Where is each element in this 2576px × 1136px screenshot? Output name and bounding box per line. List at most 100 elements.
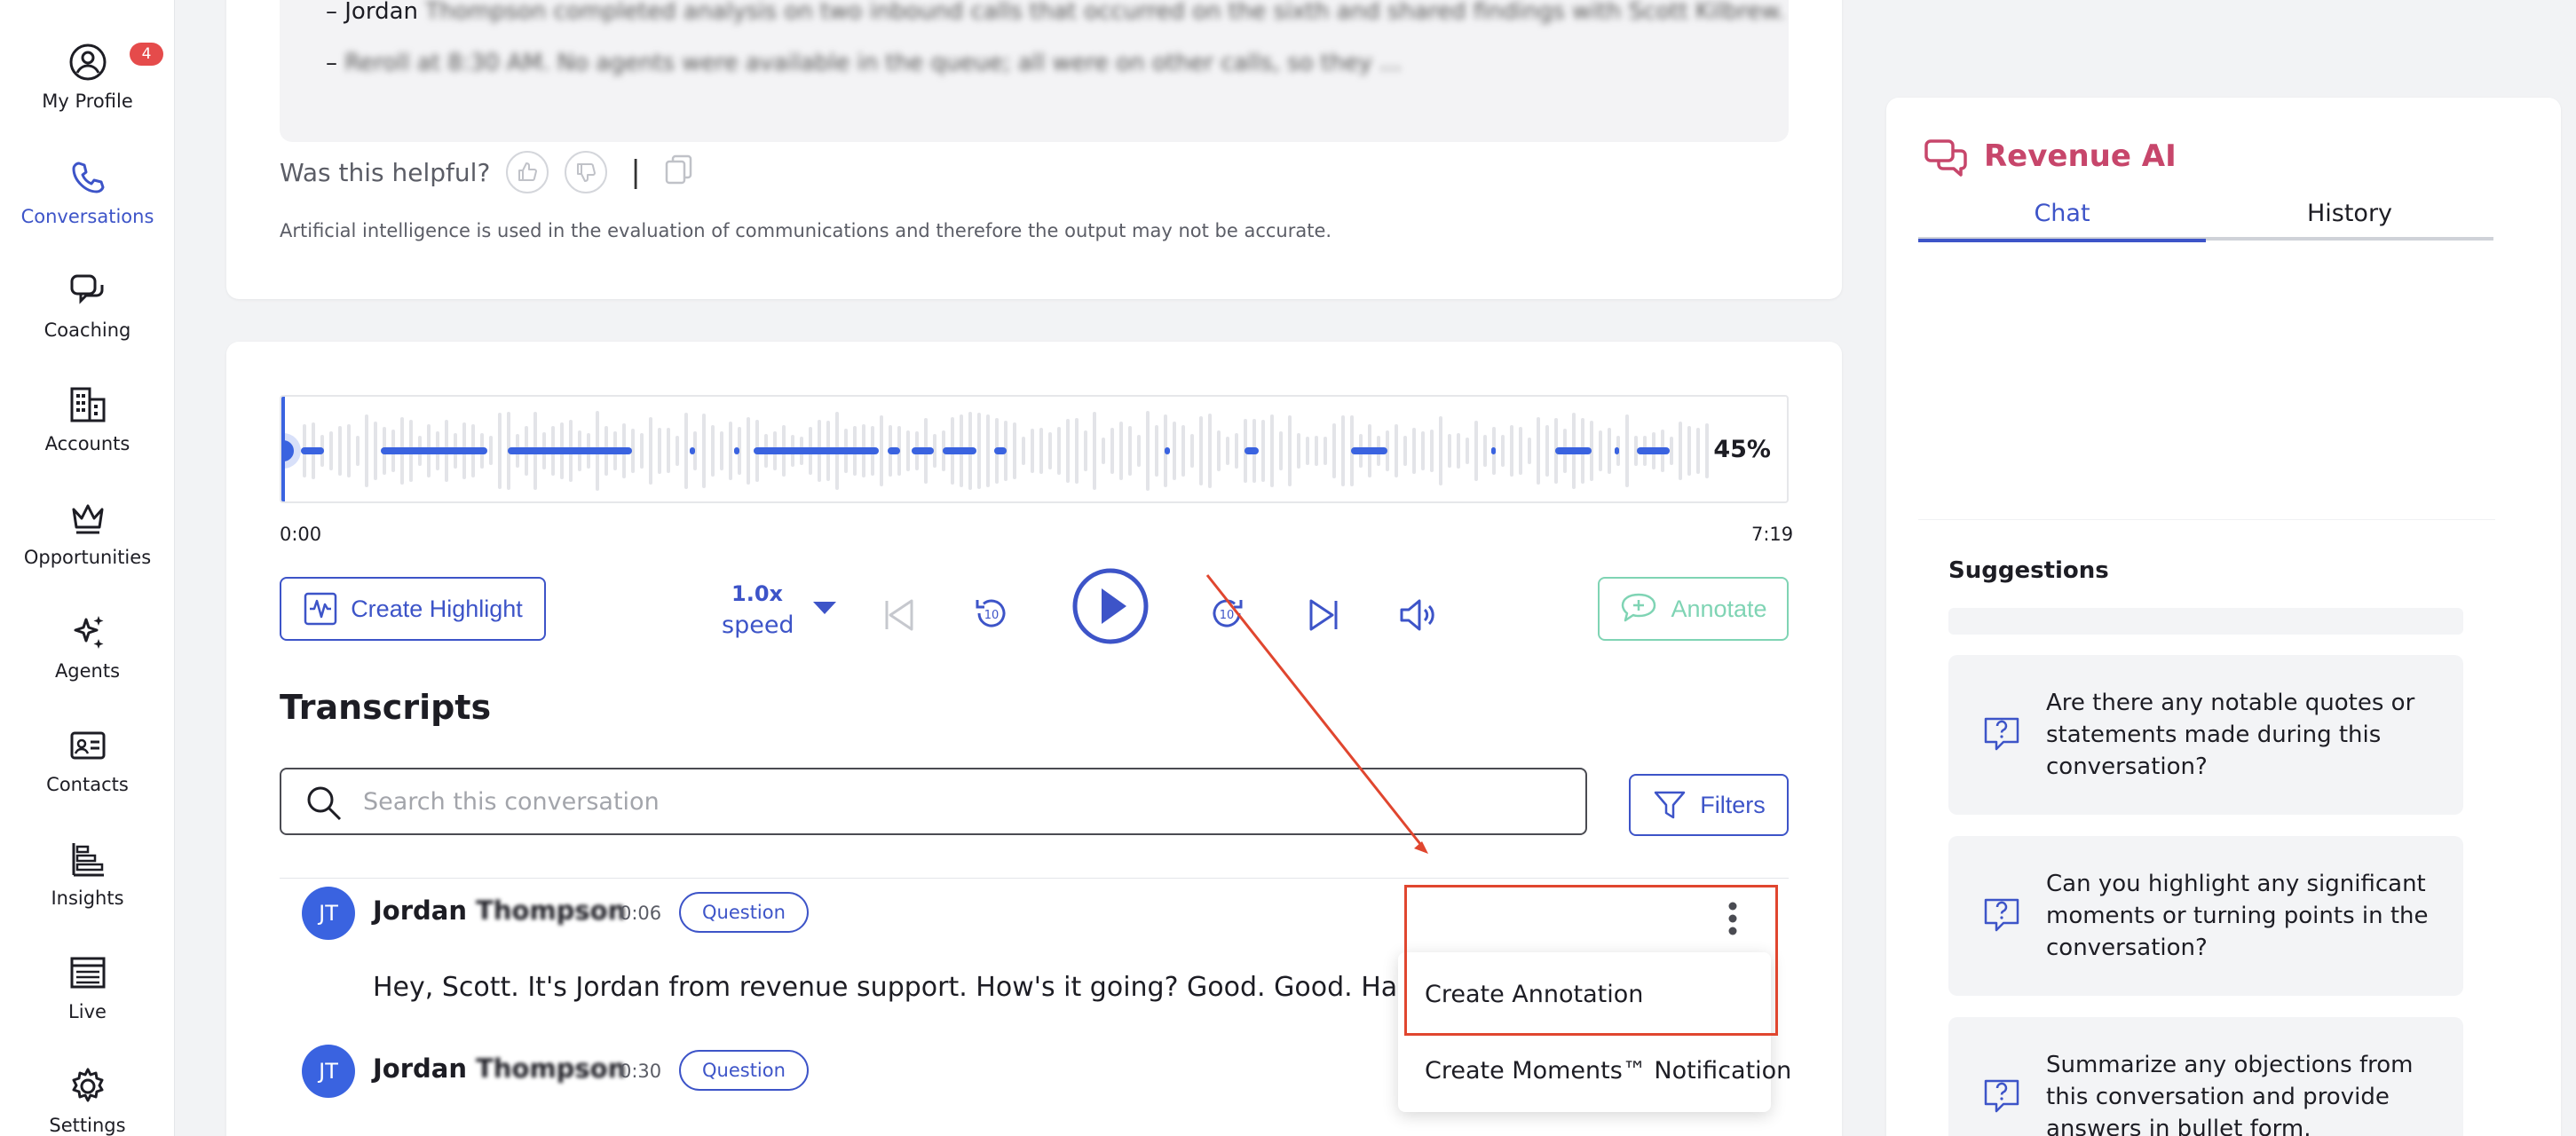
speed-selector[interactable]: 1.0x speed	[722, 581, 794, 639]
volume-icon[interactable]	[1398, 597, 1439, 633]
waveform-bar	[729, 421, 732, 481]
progress-percent: 45%	[1713, 436, 1771, 463]
waveform-bar	[1226, 437, 1229, 465]
waveform-highlight-segment[interactable]	[943, 447, 976, 454]
sidebar-item-contacts[interactable]: Contacts	[0, 726, 175, 795]
summary-bullet: – Jordan Thompson completed analysis on …	[326, 0, 1785, 25]
waveform-bar	[1110, 428, 1114, 474]
annotate-button[interactable]: Annotate	[1598, 577, 1789, 641]
waveform-highlight-segment[interactable]	[381, 447, 487, 454]
question-tag[interactable]: Question	[679, 1050, 809, 1091]
waveform-highlight-segment[interactable]	[1165, 447, 1170, 454]
waveform-highlight-segment[interactable]	[1491, 447, 1496, 454]
waveform-bar	[1545, 425, 1549, 477]
skip-to-start-icon[interactable]	[883, 597, 915, 633]
thumbs-down-button[interactable]	[565, 151, 608, 193]
sidebar-item-conversations[interactable]: Conversations	[0, 158, 175, 227]
waveform-bar	[1155, 425, 1158, 477]
rewind-10-button[interactable]: 10	[972, 594, 1011, 636]
waveform-bar	[1199, 416, 1203, 485]
sidebar-item-label: Settings	[49, 1115, 126, 1136]
sparkles-icon	[74, 616, 103, 649]
waveform-highlight-segment[interactable]	[912, 447, 934, 454]
waveform-bar	[1696, 427, 1700, 475]
tab-chat[interactable]: Chat	[1918, 200, 2206, 227]
waveform-bar	[1297, 432, 1300, 469]
avatar: JT	[302, 1045, 355, 1098]
sidebar-item-settings[interactable]: Settings	[0, 1067, 175, 1136]
caret-down-icon[interactable]	[813, 602, 836, 614]
waveform-bar	[365, 414, 368, 488]
search-input[interactable]	[363, 784, 1517, 819]
separator: |	[630, 154, 641, 190]
panel-tabs: Chat History	[1918, 200, 2493, 242]
waveform-highlight-segment[interactable]	[1351, 447, 1387, 454]
waveform-highlight-segment[interactable]	[754, 447, 879, 454]
gear-icon	[72, 1068, 103, 1102]
filters-button[interactable]: Filters	[1629, 774, 1789, 836]
sidebar-item-label: Opportunities	[23, 547, 152, 568]
divider	[1918, 519, 2495, 520]
waveform-bar	[1306, 436, 1309, 466]
waveform-bar	[347, 423, 351, 478]
waveform-bar	[747, 417, 750, 485]
waveform-bar	[1119, 422, 1123, 480]
sidebar-item-live[interactable]: Live	[0, 953, 175, 1022]
skip-to-end-icon[interactable]	[1308, 597, 1339, 633]
timestamp[interactable]: 0:30	[620, 1061, 661, 1082]
suggestion-card[interactable]: Summarize any objections from this conve…	[1948, 1017, 2463, 1136]
sidebar-item-label: Coaching	[43, 320, 131, 341]
waveform-bar	[1466, 437, 1469, 465]
transcript-search[interactable]	[280, 768, 1587, 835]
sidebar-item-opportunities[interactable]: Opportunities	[0, 499, 175, 568]
waveform-highlight-segment[interactable]	[508, 447, 632, 454]
waveform-bar	[1031, 429, 1034, 473]
waveform-highlight-segment[interactable]	[1615, 447, 1619, 454]
transcripts-title: Transcripts	[280, 688, 492, 727]
copy-icon	[665, 154, 692, 184]
sidebar-item-insights[interactable]: Insights	[0, 840, 175, 909]
sidebar-item-agents[interactable]: Agents	[0, 612, 175, 682]
question-tag[interactable]: Question	[679, 892, 809, 933]
sidebar-item-accounts[interactable]: Accounts	[0, 385, 175, 454]
building-icon	[70, 387, 105, 422]
waveform-bar	[1128, 425, 1132, 477]
waveform-highlight-segment[interactable]	[301, 447, 324, 454]
panel-title: Revenue AI	[1984, 138, 2177, 174]
fast-forward-icon: 10	[1213, 599, 1243, 627]
waveform-bar	[1146, 411, 1150, 491]
play-button[interactable]	[1071, 567, 1150, 649]
waveform-bar	[658, 428, 661, 474]
bar-chart-icon	[72, 843, 104, 877]
waveform-highlight-segment[interactable]	[690, 447, 695, 454]
redacted-text: Thompson	[467, 1053, 627, 1084]
waveform-highlight-segment[interactable]	[888, 447, 900, 454]
create-highlight-button[interactable]: Create Highlight	[280, 577, 546, 641]
waveform-highlight-segment[interactable]	[734, 447, 739, 454]
waveform-highlight-segment[interactable]	[1555, 447, 1592, 454]
waveform-bar	[1412, 428, 1416, 474]
waveform-bar	[1208, 414, 1212, 488]
waveform-highlight-segment[interactable]	[1637, 447, 1670, 454]
create-moments-notification-menu-item[interactable]: Create Moments™ Notification	[1425, 1057, 1791, 1085]
copy-button[interactable]	[664, 154, 694, 192]
timestamp[interactable]: 0:06	[620, 903, 661, 924]
tab-history[interactable]: History	[2206, 200, 2493, 227]
suggestion-card[interactable]: Can you highlight any significant moment…	[1948, 836, 2463, 996]
sidebar-item-label: Accounts	[44, 433, 130, 454]
audio-waveform[interactable]: 45%	[280, 395, 1789, 503]
thumbs-up-button[interactable]	[506, 151, 549, 193]
sidebar-item-label: Conversations	[20, 206, 154, 227]
waveform-bar	[1421, 431, 1425, 470]
waveform-bar	[667, 428, 670, 474]
waveform-bar	[1066, 419, 1070, 483]
suggestion-card[interactable]: Are there any notable quotes or statemen…	[1948, 655, 2463, 815]
waveform-bar	[1625, 414, 1629, 488]
waveform-highlight-segment[interactable]	[1245, 447, 1259, 454]
waveform-highlight-segment[interactable]	[994, 447, 1007, 454]
forward-seconds: 10	[1220, 609, 1235, 622]
sidebar-item-coaching[interactable]: Coaching	[0, 272, 175, 341]
feedback-row: Was this helpful? |	[280, 151, 694, 193]
waveform-bar	[1093, 412, 1096, 490]
forward-10-button[interactable]: 10	[1207, 594, 1246, 636]
